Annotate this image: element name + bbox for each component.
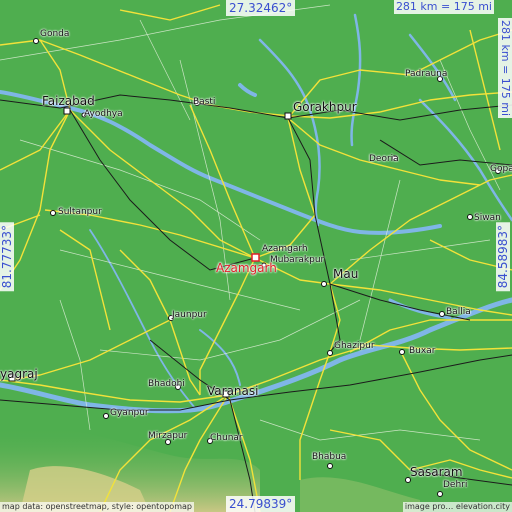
city-label-basti: Basti	[193, 97, 216, 107]
city-label-bhabua: Bhabua	[312, 452, 347, 462]
marker-bhabua	[327, 463, 333, 469]
city-label-dehri: Dehri	[443, 480, 468, 490]
city-label-padrauna: Padrauna	[405, 69, 448, 79]
marker-azamgarh-selected	[251, 253, 260, 262]
marker-mau	[321, 281, 327, 287]
marker-buxar	[399, 349, 405, 355]
city-label-faizabad: Faizabad	[42, 94, 95, 108]
city-label-sasaram: Sasaram	[410, 465, 463, 479]
city-label-jaunpur: Jaunpur	[172, 310, 207, 320]
marker-dehri	[437, 491, 443, 497]
marker-gonda	[33, 38, 39, 44]
marker-sultanpur	[50, 210, 56, 216]
marker-ballia	[439, 311, 445, 317]
city-label-prayagraj: yagraj	[0, 367, 38, 381]
city-label-mau: Mau	[333, 267, 359, 281]
coord-top-latitude: 27.32462°	[226, 0, 296, 16]
selected-city-label: Azamgarh	[216, 261, 277, 275]
coord-right-longitude: 84.58983°	[496, 222, 510, 292]
scale-horizontal: 281 km = 175 mi	[393, 0, 494, 14]
city-label-varanasi: Varanasi	[207, 384, 259, 398]
city-label-deoria: Deoria	[369, 154, 399, 164]
city-label-bhadohi: Bhadohi	[148, 379, 185, 389]
city-label-sultanpur: Sultanpur	[58, 207, 102, 217]
city-label-chunar: Chunar	[210, 433, 243, 443]
scale-vertical: 281 km = 175 mi	[498, 18, 512, 119]
marker-faizabad	[63, 107, 71, 115]
city-label-mirzapur: Mirzapur	[148, 431, 188, 441]
city-label-gyanpur: Gyanpur	[110, 408, 149, 418]
city-label-ghazipur: Ghazipur	[334, 341, 375, 351]
city-label-mubarakpur: Mubarakpur	[270, 255, 325, 265]
city-label-buxar: Buxar	[409, 346, 436, 356]
marker-gyanpur	[103, 413, 109, 419]
marker-ghazipur	[327, 350, 333, 356]
city-label-gorakhpur: Gorakhpur	[293, 100, 357, 114]
attribution-map-data: map data: openstreetmap, style: opentopo…	[0, 502, 194, 512]
marker-gorakhpur	[284, 112, 292, 120]
city-label-ayodhya: Ayodhya	[84, 109, 123, 119]
attribution-image-source: image pro… elevation.city	[402, 502, 512, 512]
city-label-ballia: Ballia	[446, 307, 471, 317]
city-label-azamgarh-small: Azamgarh	[262, 244, 308, 254]
coord-left-longitude: 81.77733°	[0, 222, 14, 292]
map-view[interactable]: Gonda Faizabad Ayodhya Basti Gorakhpur P…	[0, 0, 512, 512]
city-label-gonda: Gonda	[40, 29, 70, 39]
marker-siwan	[467, 214, 473, 220]
city-label-gopa: Gopa	[490, 164, 512, 174]
coord-bottom-latitude: 24.79839°	[226, 496, 296, 512]
